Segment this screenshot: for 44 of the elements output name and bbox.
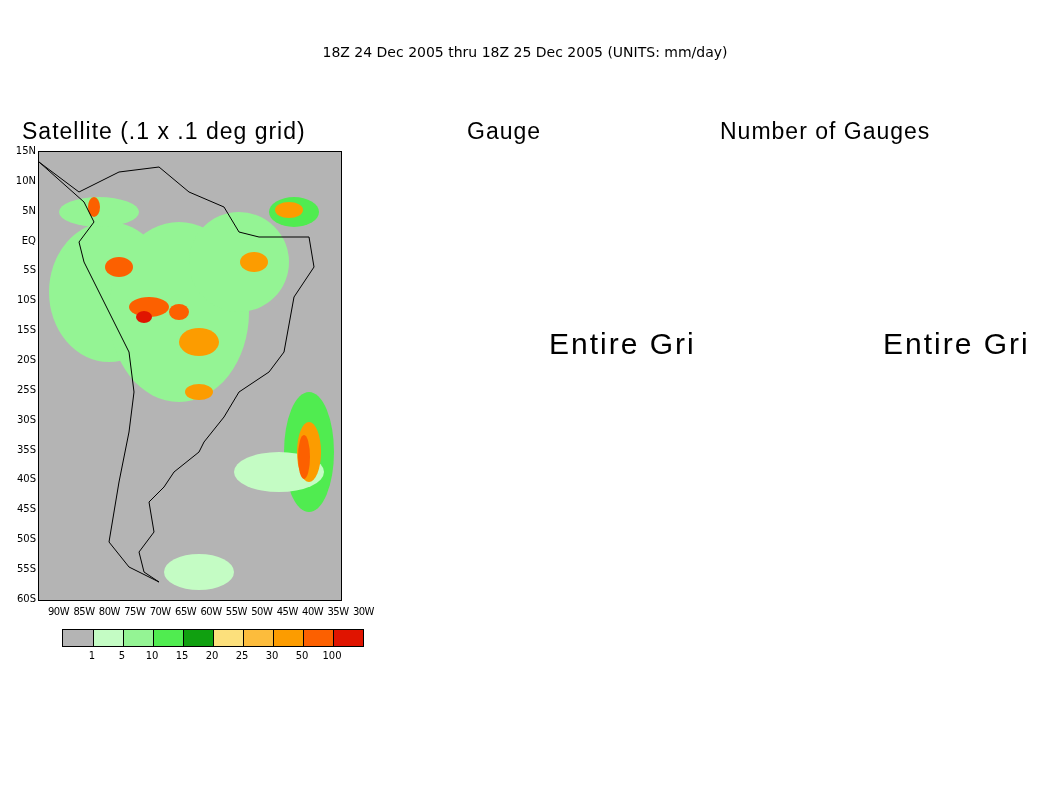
color-bar-label: 25 xyxy=(235,650,249,661)
color-bar-label: 30 xyxy=(265,650,279,661)
longitude-label: 70W xyxy=(149,606,171,617)
panel-message: Entire Gri xyxy=(883,327,1031,361)
longitude-label: 50W xyxy=(251,606,273,617)
color-bar-label: 15 xyxy=(175,650,189,661)
latitude-label: 5N xyxy=(22,204,37,217)
longitude-label: 65W xyxy=(175,606,197,617)
latitude-label: 10N xyxy=(15,174,37,187)
panel-heading: Number of Gauges xyxy=(720,118,932,145)
color-bar-label: 100 xyxy=(322,650,342,661)
longitude-label: 45W xyxy=(276,606,298,617)
latitude-label: 50S xyxy=(16,533,37,546)
longitude-label: 40W xyxy=(302,606,324,617)
latitude-label: 10S xyxy=(16,294,37,307)
longitude-label: 30W xyxy=(352,606,374,617)
latitude-label: 45S xyxy=(16,503,37,516)
color-bar-label: 5 xyxy=(118,650,126,661)
panel-heading: Gauge xyxy=(467,118,543,145)
panel-heading: Satellite (.1 x .1 deg grid) xyxy=(22,118,307,145)
latitude-label: 15S xyxy=(16,324,37,337)
color-bar-label: 20 xyxy=(205,650,219,661)
latitude-label: 15N xyxy=(15,145,37,157)
color-bar-label: 50 xyxy=(295,650,309,661)
longitude-label: 80W xyxy=(98,606,120,617)
longitude-label: 35W xyxy=(327,606,349,617)
latitude-label: 55S xyxy=(16,563,37,576)
latitude-label: 5S xyxy=(23,264,37,277)
color-bar-label: 1 xyxy=(88,650,96,661)
latitude-label: 35S xyxy=(16,443,37,456)
latitude-label: 60S xyxy=(16,592,37,605)
longitude-label: 85W xyxy=(73,606,95,617)
latitude-label: 25S xyxy=(16,383,37,396)
longitude-label: 55W xyxy=(225,606,247,617)
longitude-label: 60W xyxy=(200,606,222,617)
longitude-label: 75W xyxy=(124,606,146,617)
plot-title: 18Z 24 Dec 2005 thru 18Z 25 Dec 2005 (UNITS: mm/day) xyxy=(321,43,729,62)
panel-message: Entire Gri xyxy=(549,327,697,361)
latitude-label: 20S xyxy=(16,354,37,366)
longitude-label: 90W xyxy=(48,606,70,617)
latitude-label: EQ xyxy=(21,234,37,247)
latitude-label: 40S xyxy=(16,473,37,486)
color-bar-label: 10 xyxy=(145,650,159,661)
latitude-label: 30S xyxy=(16,413,37,426)
